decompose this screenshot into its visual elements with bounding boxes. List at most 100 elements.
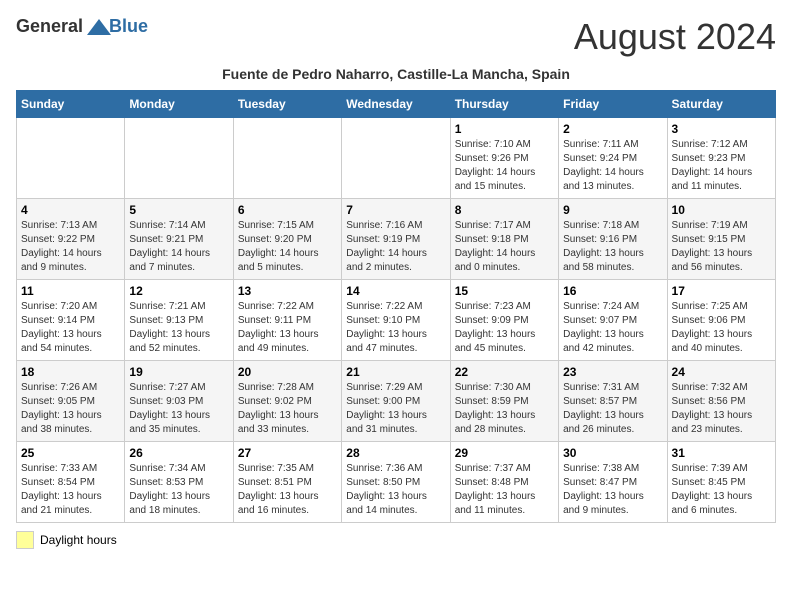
day-info: Sunrise: 7:33 AMSunset: 8:54 PMDaylight:… xyxy=(21,462,120,518)
day-number: 15 xyxy=(455,284,554,298)
calendar-day-cell: 4Sunrise: 7:13 AMSunset: 9:22 PMDaylight… xyxy=(17,199,125,280)
calendar-day-cell: 29Sunrise: 7:37 AMSunset: 8:48 PMDayligh… xyxy=(450,442,558,523)
calendar-day-header: Friday xyxy=(559,91,667,118)
day-number: 16 xyxy=(563,284,662,298)
logo-general-text: General xyxy=(16,16,83,37)
calendar-day-cell: 15 Sunrise: 7:23 AMSunset: 9:09 PMDayligh… xyxy=(450,280,558,361)
day-info: Sunrise: 7:14 AMSunset: 9:21 PMDaylight:… xyxy=(129,219,228,275)
calendar-day-cell: 7Sunrise: 7:16 AMSunset: 9:19 PMDaylight… xyxy=(342,199,450,280)
calendar-day-cell: 6 Sunrise: 7:15 AMSunset: 9:20 PMDaylight… xyxy=(233,199,341,280)
day-number: 8 xyxy=(455,203,554,217)
day-info: Sunrise: 7:36 AMSunset: 8:50 PMDaylight:… xyxy=(346,462,445,518)
day-info: Sunrise: 7:29 AMSunset: 9:00 PMDaylight:… xyxy=(346,381,445,437)
calendar-day-cell xyxy=(17,118,125,199)
day-number: 12 xyxy=(129,284,228,298)
day-info: Sunrise: 7:22 AMSunset: 9:11 PMDaylight:… xyxy=(238,300,337,356)
legend-label: Daylight hours xyxy=(40,533,117,547)
day-info: Sunrise: 7:19 AMSunset: 9:15 PMDaylight:… xyxy=(672,219,771,275)
calendar-day-cell: 23 Sunrise: 7:31 AMSunset: 8:57 PMDayligh… xyxy=(559,361,667,442)
day-number: 4 xyxy=(21,203,120,217)
day-number: 14 xyxy=(346,284,445,298)
day-info: Sunrise: 7:11 AMSunset: 9:24 PMDaylight:… xyxy=(563,138,662,194)
day-number: 27 xyxy=(238,446,337,460)
month-title: August 2024 xyxy=(574,16,776,58)
day-number: 9 xyxy=(563,203,662,217)
calendar-day-cell: 16 Sunrise: 7:24 AMSunset: 9:07 PMDayligh… xyxy=(559,280,667,361)
calendar-day-cell: 1Sunrise: 7:10 AMSunset: 9:26 PMDaylight… xyxy=(450,118,558,199)
calendar-day-header: Monday xyxy=(125,91,233,118)
day-info: Sunrise: 7:12 AMSunset: 9:23 PMDaylight:… xyxy=(672,138,771,194)
day-info: Sunrise: 7:30 AMSunset: 8:59 PMDaylight:… xyxy=(455,381,554,437)
logo: General Blue xyxy=(16,16,148,37)
day-number: 13 xyxy=(238,284,337,298)
calendar-day-cell: 21Sunrise: 7:29 AMSunset: 9:00 PMDayligh… xyxy=(342,361,450,442)
calendar-day-cell: 17 Sunrise: 7:25 AMSunset: 9:06 PMDayligh… xyxy=(667,280,775,361)
day-info: Sunrise: 7:26 AMSunset: 9:05 PMDaylight:… xyxy=(21,381,120,437)
calendar-day-cell: 3 Sunrise: 7:12 AMSunset: 9:23 PMDaylight… xyxy=(667,118,775,199)
calendar-week-row: 25Sunrise: 7:33 AMSunset: 8:54 PMDayligh… xyxy=(17,442,776,523)
calendar-day-cell: 28 Sunrise: 7:36 AMSunset: 8:50 PMDayligh… xyxy=(342,442,450,523)
day-number: 22 xyxy=(455,365,554,379)
day-number: 5 xyxy=(129,203,228,217)
calendar-day-cell xyxy=(125,118,233,199)
calendar-table: SundayMondayTuesdayWednesdayThursdayFrid… xyxy=(16,90,776,523)
day-info: Sunrise: 7:27 AMSunset: 9:03 PMDaylight:… xyxy=(129,381,228,437)
day-info: Sunrise: 7:34 AMSunset: 8:53 PMDaylight:… xyxy=(129,462,228,518)
calendar-week-row: 18Sunrise: 7:26 AMSunset: 9:05 PMDayligh… xyxy=(17,361,776,442)
calendar-day-cell: 19 Sunrise: 7:27 AMSunset: 9:03 PMDayligh… xyxy=(125,361,233,442)
day-info: Sunrise: 7:15 AMSunset: 9:20 PMDaylight:… xyxy=(238,219,337,275)
logo-blue-text: Blue xyxy=(109,16,148,36)
day-number: 7 xyxy=(346,203,445,217)
calendar-day-cell: 24Sunrise: 7:32 AMSunset: 8:56 PMDayligh… xyxy=(667,361,775,442)
calendar-day-cell: 22 Sunrise: 7:30 AMSunset: 8:59 PMDayligh… xyxy=(450,361,558,442)
calendar-day-header: Wednesday xyxy=(342,91,450,118)
calendar-week-row: 1Sunrise: 7:10 AMSunset: 9:26 PMDaylight… xyxy=(17,118,776,199)
day-info: Sunrise: 7:24 AMSunset: 9:07 PMDaylight:… xyxy=(563,300,662,356)
calendar-day-cell: 5 Sunrise: 7:14 AMSunset: 9:21 PMDaylight… xyxy=(125,199,233,280)
calendar-day-cell: 8 Sunrise: 7:17 AMSunset: 9:18 PMDaylight… xyxy=(450,199,558,280)
day-number: 19 xyxy=(129,365,228,379)
day-info: Sunrise: 7:38 AMSunset: 8:47 PMDaylight:… xyxy=(563,462,662,518)
calendar-day-cell: 2Sunrise: 7:11 AMSunset: 9:24 PMDaylight… xyxy=(559,118,667,199)
day-info: Sunrise: 7:39 AMSunset: 8:45 PMDaylight:… xyxy=(672,462,771,518)
calendar-day-cell: 20Sunrise: 7:28 AMSunset: 9:02 PMDayligh… xyxy=(233,361,341,442)
calendar-day-cell xyxy=(342,118,450,199)
legend-box xyxy=(16,531,34,549)
day-info: Sunrise: 7:18 AMSunset: 9:16 PMDaylight:… xyxy=(563,219,662,275)
calendar-header-row: SundayMondayTuesdayWednesdayThursdayFrid… xyxy=(17,91,776,118)
day-info: Sunrise: 7:20 AMSunset: 9:14 PMDaylight:… xyxy=(21,300,120,356)
calendar-day-cell: 11 Sunrise: 7:20 AMSunset: 9:14 PMDayligh… xyxy=(17,280,125,361)
legend: Daylight hours xyxy=(16,531,776,549)
calendar-day-header: Saturday xyxy=(667,91,775,118)
calendar-week-row: 4Sunrise: 7:13 AMSunset: 9:22 PMDaylight… xyxy=(17,199,776,280)
day-number: 1 xyxy=(455,122,554,136)
calendar-day-cell: 26Sunrise: 7:34 AMSunset: 8:53 PMDayligh… xyxy=(125,442,233,523)
day-number: 6 xyxy=(238,203,337,217)
calendar-day-cell xyxy=(233,118,341,199)
day-number: 30 xyxy=(563,446,662,460)
day-info: Sunrise: 7:23 AMSunset: 9:09 PMDaylight:… xyxy=(455,300,554,356)
day-info: Sunrise: 7:35 AMSunset: 8:51 PMDaylight:… xyxy=(238,462,337,518)
calendar-day-header: Sunday xyxy=(17,91,125,118)
calendar-day-cell: 14 Sunrise: 7:22 AMSunset: 9:10 PMDayligh… xyxy=(342,280,450,361)
calendar-day-cell: 9 Sunrise: 7:18 AMSunset: 9:16 PMDaylight… xyxy=(559,199,667,280)
day-info: Sunrise: 7:28 AMSunset: 9:02 PMDaylight:… xyxy=(238,381,337,437)
day-number: 28 xyxy=(346,446,445,460)
calendar-day-header: Thursday xyxy=(450,91,558,118)
day-number: 24 xyxy=(672,365,771,379)
location-subtitle: Fuente de Pedro Naharro, Castille-La Man… xyxy=(16,66,776,82)
day-info: Sunrise: 7:22 AMSunset: 9:10 PMDaylight:… xyxy=(346,300,445,356)
calendar-day-cell: 27 Sunrise: 7:35 AMSunset: 8:51 PMDayligh… xyxy=(233,442,341,523)
page-header: General Blue August 2024 xyxy=(16,16,776,58)
day-info: Sunrise: 7:17 AMSunset: 9:18 PMDaylight:… xyxy=(455,219,554,275)
day-info: Sunrise: 7:31 AMSunset: 8:57 PMDaylight:… xyxy=(563,381,662,437)
day-number: 11 xyxy=(21,284,120,298)
day-info: Sunrise: 7:25 AMSunset: 9:06 PMDaylight:… xyxy=(672,300,771,356)
calendar-day-cell: 10Sunrise: 7:19 AMSunset: 9:15 PMDayligh… xyxy=(667,199,775,280)
day-number: 3 xyxy=(672,122,771,136)
day-number: 29 xyxy=(455,446,554,460)
calendar-day-cell: 31Sunrise: 7:39 AMSunset: 8:45 PMDayligh… xyxy=(667,442,775,523)
day-info: Sunrise: 7:21 AMSunset: 9:13 PMDaylight:… xyxy=(129,300,228,356)
day-number: 17 xyxy=(672,284,771,298)
day-number: 23 xyxy=(563,365,662,379)
